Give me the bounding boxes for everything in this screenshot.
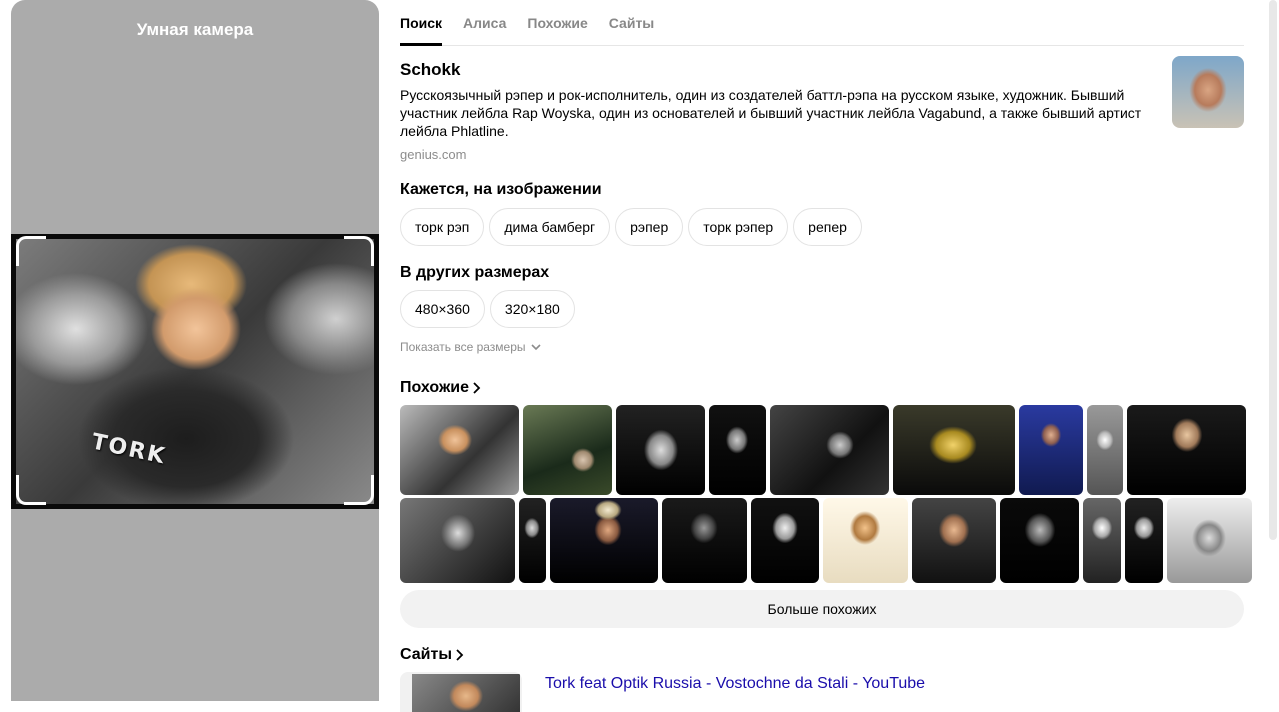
similar-image[interactable]: [519, 498, 546, 583]
similar-image[interactable]: [400, 498, 515, 583]
similar-image[interactable]: [1087, 405, 1123, 495]
similar-image[interactable]: [770, 405, 889, 495]
site-result-link[interactable]: Tork feat Optik Russia - Vostochne da St…: [545, 675, 925, 693]
tab-alice[interactable]: Алиса: [463, 0, 506, 45]
query-image: TORK: [16, 239, 374, 504]
chip-dima-bamberg[interactable]: дима бамберг: [489, 208, 611, 246]
similar-image[interactable]: [1127, 405, 1246, 495]
smart-camera-title: Умная камера: [136, 20, 254, 39]
site-result-thumbnail[interactable]: [400, 672, 522, 712]
site-result-image: [412, 674, 520, 712]
similar-image[interactable]: [400, 405, 519, 495]
sites-heading-text: Сайты: [400, 646, 452, 663]
crop-handle-bottom-left[interactable]: [16, 475, 46, 505]
similar-image[interactable]: [1167, 498, 1252, 583]
similar-image[interactable]: [1000, 498, 1079, 583]
chip-size-320x180[interactable]: 320×180: [489, 290, 575, 328]
other-sizes-heading-text: В других размерах: [400, 264, 550, 281]
crop-handle-top-left[interactable]: [16, 236, 46, 266]
tab-sites[interactable]: Сайты: [609, 0, 655, 45]
similar-heading[interactable]: Похожие: [400, 379, 481, 397]
chip-tork-rap[interactable]: торк рэп: [400, 208, 485, 246]
chip-raper[interactable]: рэпер: [615, 208, 684, 246]
entity-description: Русскоязычный рэпер и рок-исполнитель, о…: [400, 87, 1142, 139]
query-image-area[interactable]: TORK: [11, 234, 379, 509]
similar-heading-text: Похожие: [400, 379, 470, 396]
chevron-right-icon: [456, 649, 464, 661]
results-panel: Поиск Алиса Похожие Сайты Schokk Русскоя…: [390, 0, 1254, 712]
similar-image[interactable]: [1125, 498, 1163, 583]
tab-similar[interactable]: Похожие: [527, 0, 587, 45]
similar-image[interactable]: [751, 498, 819, 583]
similar-image[interactable]: [709, 405, 766, 495]
sites-heading[interactable]: Сайты: [400, 646, 464, 664]
similar-image[interactable]: [912, 498, 996, 583]
crop-handle-bottom-right[interactable]: [344, 475, 374, 505]
similar-image[interactable]: [1083, 498, 1121, 583]
chevron-right-icon: [473, 382, 481, 394]
similar-image[interactable]: [823, 498, 908, 583]
tab-search[interactable]: Поиск: [400, 0, 443, 46]
other-sizes-heading: В других размерах: [400, 264, 549, 282]
entity-source-link[interactable]: genius.com: [400, 147, 466, 162]
show-all-sizes-text: Показать все размеры: [400, 340, 526, 354]
similar-image[interactable]: [523, 405, 612, 495]
similar-image[interactable]: [616, 405, 705, 495]
similar-row-2: [400, 498, 1252, 583]
similar-image[interactable]: [662, 498, 747, 583]
on-image-heading-text: Кажется, на изображении: [400, 181, 602, 198]
similar-image[interactable]: [1019, 405, 1083, 495]
chip-reper[interactable]: репер: [793, 208, 862, 246]
chip-tork-raper[interactable]: торк рэпер: [688, 208, 789, 246]
similar-image[interactable]: [550, 498, 658, 583]
on-image-heading: Кажется, на изображении: [400, 181, 602, 199]
similar-image[interactable]: [893, 405, 1015, 495]
chip-size-480x360[interactable]: 480×360: [400, 290, 485, 328]
on-image-chips: торк рэп дима бамберг рэпер торк рэпер р…: [400, 208, 862, 246]
query-image-caption: TORK: [89, 429, 169, 470]
page-scrollbar[interactable]: [1269, 0, 1277, 540]
more-similar-button[interactable]: Больше похожих: [400, 590, 1244, 628]
similar-row-1: [400, 405, 1246, 495]
entity-thumbnail[interactable]: [1172, 56, 1244, 128]
smart-camera-panel: Умная камера TORK: [11, 0, 379, 701]
size-chips: 480×360 320×180: [400, 290, 575, 328]
results-tabs: Поиск Алиса Похожие Сайты: [400, 0, 1244, 46]
entity-title[interactable]: Schokk: [400, 60, 460, 80]
show-all-sizes-link[interactable]: Показать все размеры: [400, 340, 541, 354]
chevron-down-icon: [530, 344, 541, 351]
crop-handle-top-right[interactable]: [344, 236, 374, 266]
